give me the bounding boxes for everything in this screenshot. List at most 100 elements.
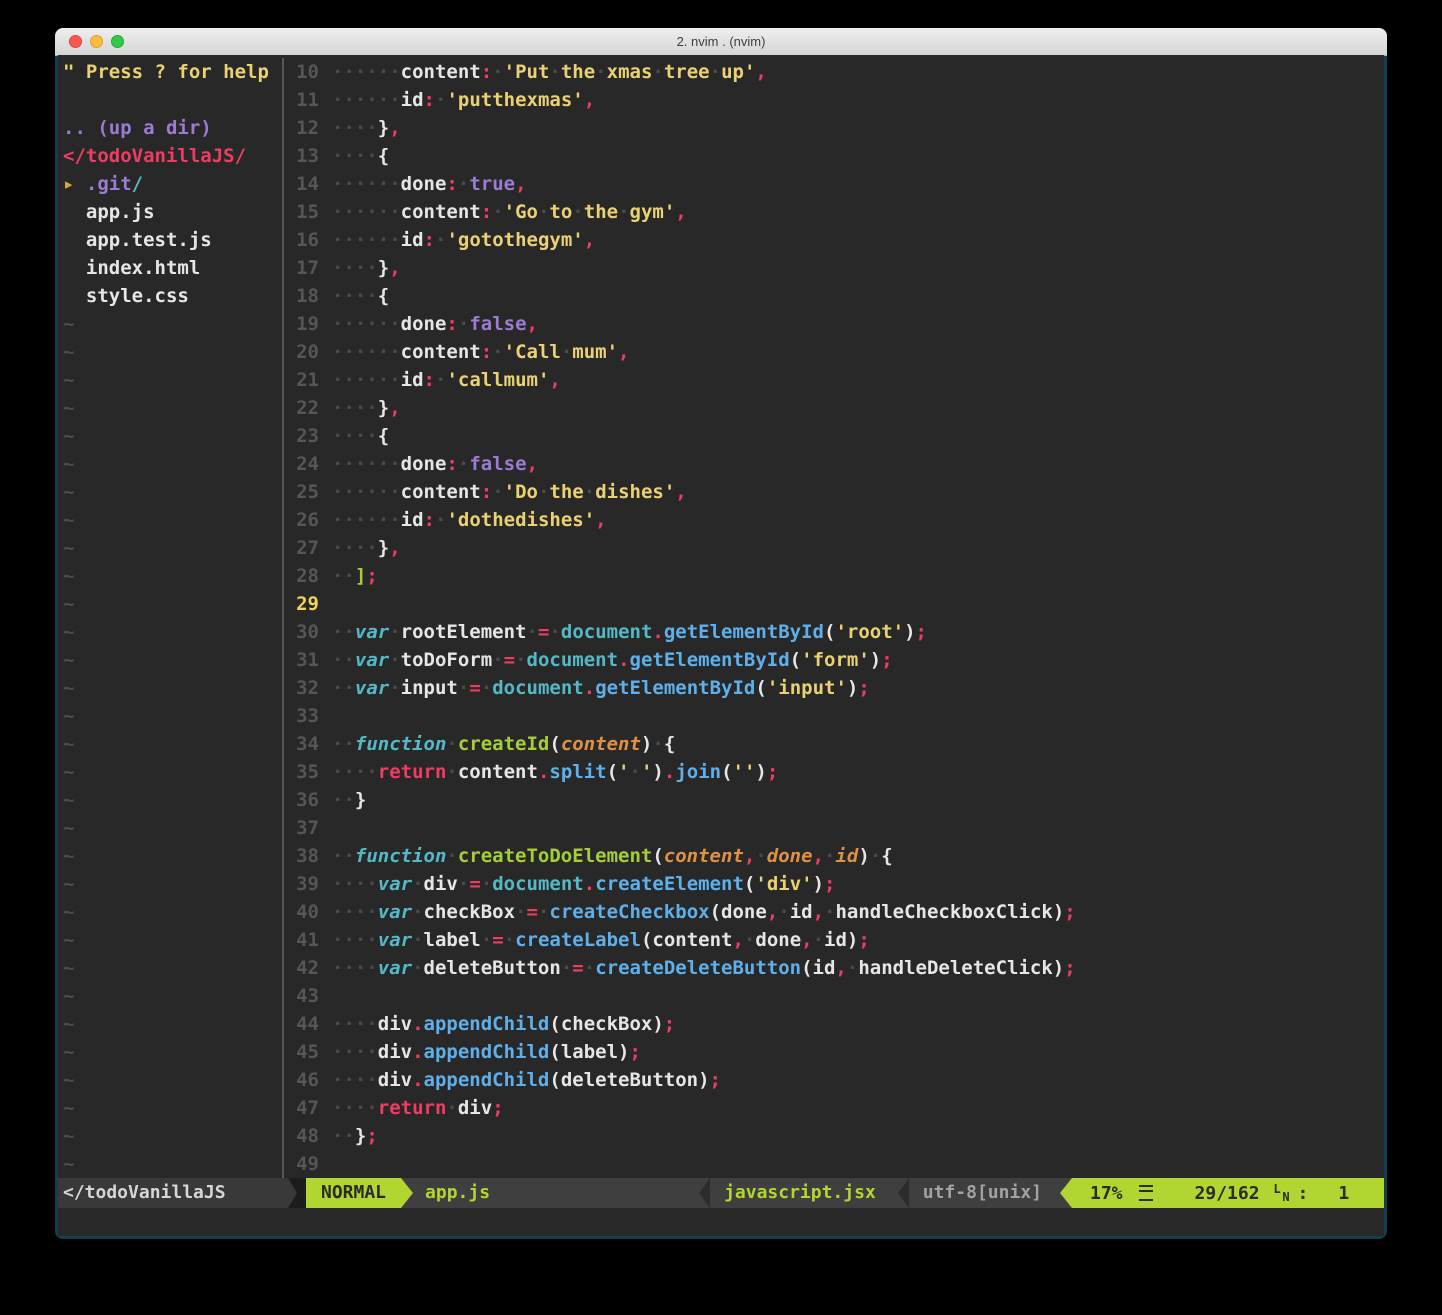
code-token: document bbox=[492, 677, 584, 699]
code-token: ; bbox=[710, 1069, 721, 1091]
code-buffer[interactable]: 10······content:·'Put·the·xmas·tree·up',… bbox=[284, 58, 1384, 1178]
file-item-app-test-js[interactable]: app.test.js bbox=[58, 226, 282, 254]
code-line[interactable]: 36··} bbox=[284, 786, 1384, 814]
code-line[interactable]: 22····}, bbox=[284, 394, 1384, 422]
line-number: 42 bbox=[284, 954, 332, 982]
code-line[interactable]: 46····div.appendChild(deleteButton); bbox=[284, 1066, 1384, 1094]
code-line[interactable]: 25······content:·'Do·the·dishes', bbox=[284, 478, 1384, 506]
code-line[interactable]: 16······id:·'gotothegym', bbox=[284, 226, 1384, 254]
whitespace-dots: · bbox=[778, 901, 789, 923]
code-line[interactable]: 21······id:·'callmum', bbox=[284, 366, 1384, 394]
tilde-glyph: ~ bbox=[63, 453, 74, 475]
tilde-row: ~ bbox=[58, 954, 282, 982]
code-line[interactable]: 13····{ bbox=[284, 142, 1384, 170]
code-token: , bbox=[675, 201, 686, 223]
code-line[interactable]: 27····}, bbox=[284, 534, 1384, 562]
code-line[interactable]: 19······done:·false, bbox=[284, 310, 1384, 338]
code-line[interactable]: 38··function·createToDoElement(content,·… bbox=[284, 842, 1384, 870]
whitespace-dots: · bbox=[492, 481, 503, 503]
code-line[interactable]: 26······id:·'dothedishes', bbox=[284, 506, 1384, 534]
tilde-row: ~ bbox=[58, 646, 282, 674]
code-line[interactable]: 31··var·toDoForm·=·document.getElementBy… bbox=[284, 646, 1384, 674]
code-token: 'input' bbox=[767, 677, 847, 699]
command-line[interactable] bbox=[58, 1208, 1384, 1236]
code-line[interactable]: 48··}; bbox=[284, 1122, 1384, 1150]
file-item-style-css[interactable]: style.css bbox=[58, 282, 282, 310]
whitespace-dots: · bbox=[458, 677, 469, 699]
tilde-row: ~ bbox=[58, 814, 282, 842]
code-line[interactable]: 35····return·content.split('·').join('')… bbox=[284, 758, 1384, 786]
code-token: : bbox=[424, 89, 435, 111]
file-item-app-js[interactable]: app.js bbox=[58, 198, 282, 226]
code-line[interactable]: 10······content:·'Put·the·xmas·tree·up', bbox=[284, 58, 1384, 86]
code-line[interactable]: 49 bbox=[284, 1150, 1384, 1178]
code-line[interactable]: 14······done:·true, bbox=[284, 170, 1384, 198]
code-text: ····var·checkBox·=·createCheckbox(done,·… bbox=[332, 898, 1384, 926]
line-number: 49 bbox=[284, 1150, 332, 1178]
code-line[interactable]: 15······content:·'Go·to·the·gym', bbox=[284, 198, 1384, 226]
code-line[interactable]: 11······id:·'putthexmas', bbox=[284, 86, 1384, 114]
close-button[interactable] bbox=[69, 35, 82, 48]
code-line[interactable]: 18····{ bbox=[284, 282, 1384, 310]
tilde-row: ~ bbox=[58, 758, 282, 786]
code-token: . bbox=[412, 1013, 423, 1035]
file-item-index-html[interactable]: index.html bbox=[58, 254, 282, 282]
text-segment: .. (up a dir) bbox=[63, 117, 212, 139]
code-line[interactable]: 45····div.appendChild(label); bbox=[284, 1038, 1384, 1066]
code-line[interactable]: 43 bbox=[284, 982, 1384, 1010]
code-line[interactable]: 47····return·div; bbox=[284, 1094, 1384, 1122]
code-line[interactable]: 44····div.appendChild(checkBox); bbox=[284, 1010, 1384, 1038]
code-token: (checkBox) bbox=[549, 1013, 663, 1035]
code-line[interactable]: 29 bbox=[284, 590, 1384, 618]
code-line[interactable]: 24······done:·false, bbox=[284, 450, 1384, 478]
code-text bbox=[332, 702, 1384, 730]
netrw-help: " Press ? for help bbox=[58, 58, 282, 86]
code-text: ······content:·'Call·mum', bbox=[332, 338, 1384, 366]
code-token: } bbox=[378, 397, 389, 419]
code-line[interactable]: 40····var·checkBox·=·createCheckbox(done… bbox=[284, 898, 1384, 926]
zoom-button[interactable] bbox=[111, 35, 124, 48]
code-line[interactable]: 28··]; bbox=[284, 562, 1384, 590]
code-line[interactable]: 30··var·rootElement·=·document.getElemen… bbox=[284, 618, 1384, 646]
code-token: 'Call bbox=[504, 341, 561, 363]
code-token: content bbox=[401, 341, 481, 363]
code-line[interactable]: 32··var·input·=·document.getElementById(… bbox=[284, 674, 1384, 702]
titlebar[interactable]: 2. nvim . (nvim) bbox=[55, 28, 1387, 56]
code-token: up' bbox=[721, 61, 755, 83]
tilde-row: ~ bbox=[58, 730, 282, 758]
tilde-glyph: ~ bbox=[63, 705, 74, 727]
code-token: the bbox=[549, 481, 583, 503]
code-token: , bbox=[618, 341, 629, 363]
code-line[interactable]: 12····}, bbox=[284, 114, 1384, 142]
code-token: , bbox=[549, 369, 560, 391]
whitespace-dots: ···· bbox=[332, 1041, 378, 1063]
code-line[interactable]: 34··function·createId(content)·{ bbox=[284, 730, 1384, 758]
netrw-file-explorer[interactable]: " Press ? for help.. (up a dir)</todoVan… bbox=[58, 58, 282, 1178]
code-line[interactable]: 20······content:·'Call·mum', bbox=[284, 338, 1384, 366]
code-token: the bbox=[561, 61, 595, 83]
whitespace-dots: · bbox=[824, 845, 835, 867]
line-number: 27 bbox=[284, 534, 332, 562]
code-token: appendChild bbox=[424, 1069, 550, 1091]
code-line[interactable]: 39····var·div·=·document.createElement('… bbox=[284, 870, 1384, 898]
netrw-up-dir[interactable]: .. (up a dir) bbox=[58, 114, 282, 142]
code-token: '' bbox=[733, 761, 756, 783]
line-number: 24 bbox=[284, 450, 332, 478]
whitespace-dots: · bbox=[584, 481, 595, 503]
code-line[interactable]: 42····var·deleteButton·=·createDeleteBut… bbox=[284, 954, 1384, 982]
code-line[interactable]: 37 bbox=[284, 814, 1384, 842]
line-number: 17 bbox=[284, 254, 332, 282]
minimize-button[interactable] bbox=[90, 35, 103, 48]
whitespace-dots: ·· bbox=[332, 649, 355, 671]
code-token: 'dothedishes' bbox=[446, 509, 595, 531]
code-line[interactable]: 17····}, bbox=[284, 254, 1384, 282]
whitespace-dots: · bbox=[446, 845, 457, 867]
code-line[interactable]: 41····var·label·=·createLabel(content,·d… bbox=[284, 926, 1384, 954]
tilde-glyph: ~ bbox=[63, 817, 74, 839]
code-line[interactable]: 33 bbox=[284, 702, 1384, 730]
code-token: true bbox=[469, 173, 515, 195]
line-number: 19 bbox=[284, 310, 332, 338]
code-line[interactable]: 23····{ bbox=[284, 422, 1384, 450]
dir-item-git[interactable]: ▸ .git/ bbox=[58, 170, 282, 198]
whitespace-dots: ······ bbox=[332, 61, 401, 83]
